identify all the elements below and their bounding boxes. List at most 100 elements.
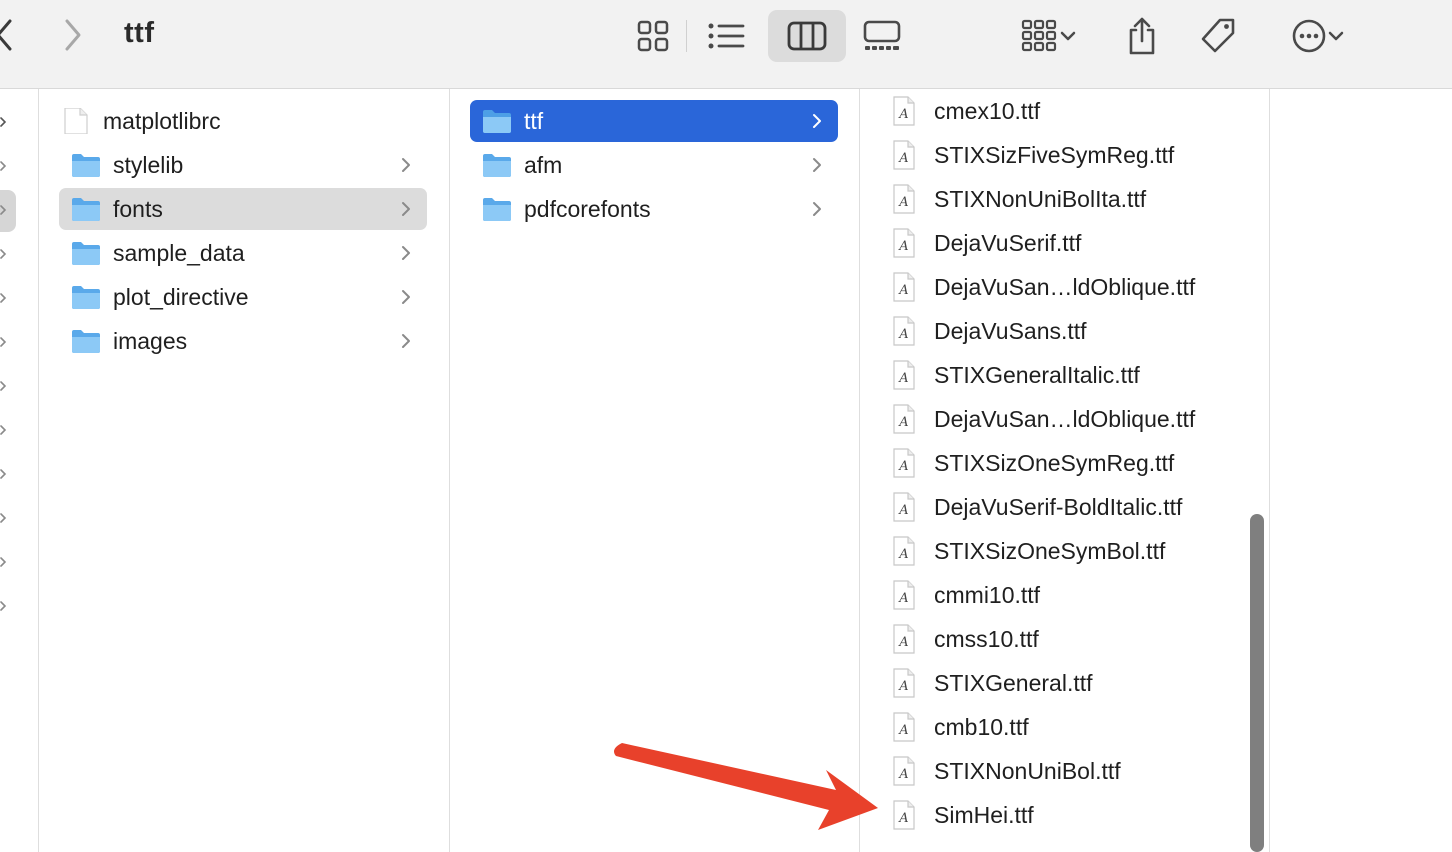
file-label: DejaVuSerif.ttf	[934, 229, 1082, 256]
svg-text:A: A	[898, 811, 908, 826]
svg-text:A: A	[898, 503, 908, 518]
gallery-icon	[863, 20, 901, 50]
item-label: pdfcorefonts	[524, 195, 651, 222]
chevron-right-icon	[0, 557, 7, 567]
file-label: DejaVuSans.ttf	[934, 317, 1087, 344]
font-file-icon: A	[893, 712, 915, 742]
list-item-pdfcorefonts[interactable]: pdfcorefonts	[470, 188, 838, 230]
list-item-fonts[interactable]: fonts	[59, 188, 427, 230]
svg-text:A: A	[898, 415, 908, 430]
file-label: SimHei.ttf	[934, 801, 1034, 828]
column-matplotlib-data[interactable]: matplotlibrc stylelib fonts sample_data …	[39, 89, 450, 852]
folder-icon	[72, 286, 100, 309]
chevron-right-icon	[402, 246, 410, 260]
font-file-icon: A	[893, 800, 915, 830]
item-label: ttf	[524, 107, 544, 134]
file-item[interactable]: A DejaVuSerif-BoldItalic.ttf	[892, 485, 1182, 529]
file-item[interactable]: A STIXNonUniBolIta.ttf	[892, 177, 1146, 221]
tag-button[interactable]	[1194, 10, 1242, 62]
font-file-icon: A	[893, 272, 915, 302]
svg-text:A: A	[898, 371, 908, 386]
file-item[interactable]: A DejaVuSerif.ttf	[892, 221, 1081, 265]
chevron-left-icon	[0, 19, 12, 51]
chevron-down-icon	[1328, 31, 1344, 41]
list-item-matplotlibrc[interactable]: matplotlibrc	[49, 100, 427, 142]
chevron-right-icon	[402, 334, 410, 348]
document-icon	[64, 108, 88, 134]
file-item[interactable]: A STIXSizOneSymReg.ttf	[892, 441, 1174, 485]
file-item[interactable]: A DejaVuSan…ldOblique.ttf	[892, 397, 1195, 441]
file-item[interactable]: A STIXGeneral.ttf	[892, 661, 1093, 705]
chevron-right-icon	[402, 158, 410, 172]
file-label: STIXSizFiveSymReg.ttf	[934, 141, 1175, 168]
font-file-icon: A	[893, 536, 915, 566]
gallery-view-button[interactable]	[856, 10, 908, 62]
folder-icon	[72, 154, 100, 177]
font-file-icon: A	[893, 756, 915, 786]
file-label: STIXGeneral.ttf	[934, 669, 1093, 696]
item-label: afm	[524, 151, 563, 178]
column-view-button[interactable]	[768, 10, 846, 62]
file-label: DejaVuSan…ldOblique.ttf	[934, 273, 1196, 300]
chevron-right-icon	[813, 114, 821, 128]
file-item[interactable]: A DejaVuSan…ldOblique.ttf	[892, 265, 1195, 309]
list-item-sample-data[interactable]: sample_data	[59, 232, 427, 274]
file-label: STIXNonUniBolIta.ttf	[934, 185, 1147, 212]
file-label: STIXNonUniBol.ttf	[934, 757, 1121, 784]
svg-text:A: A	[898, 635, 908, 650]
list-item-stylelib[interactable]: stylelib	[59, 144, 427, 186]
chevron-right-icon	[0, 337, 7, 347]
file-item[interactable]: Acmss10.ttf	[892, 617, 1039, 661]
list-item-images[interactable]: images	[59, 320, 427, 362]
font-file-icon: A	[893, 404, 915, 434]
share-button[interactable]	[1120, 10, 1164, 62]
item-label: plot_directive	[113, 283, 249, 310]
svg-text:A: A	[898, 547, 908, 562]
chevron-right-icon	[402, 290, 410, 304]
item-label: fonts	[113, 195, 163, 222]
grid-icon	[637, 20, 669, 52]
icon-view-button[interactable]	[628, 10, 678, 62]
font-file-icon: A	[893, 448, 915, 478]
toolbar: ttf	[0, 0, 1452, 89]
svg-text:A: A	[898, 327, 908, 342]
more-actions-button[interactable]	[1280, 10, 1356, 62]
chevron-right-icon	[813, 158, 821, 172]
window-title: ttf	[124, 17, 155, 49]
list-item-afm[interactable]: afm	[470, 144, 838, 186]
chevron-right-icon	[0, 249, 7, 259]
file-item[interactable]: Acmmi10.ttf	[892, 573, 1040, 617]
file-item[interactable]: A STIXSizFiveSymReg.ttf	[892, 133, 1174, 177]
chevron-right-icon	[0, 381, 7, 391]
file-item[interactable]: A STIXGeneralItalic.ttf	[892, 353, 1140, 397]
chevron-right-icon	[813, 202, 821, 216]
back-button[interactable]	[0, 18, 16, 52]
scrollbar-thumb[interactable]	[1250, 514, 1264, 852]
list-item-ttf[interactable]: ttf	[470, 100, 838, 142]
column-fonts[interactable]: ttf afm pdfcorefonts	[450, 89, 860, 852]
svg-text:A: A	[898, 591, 908, 606]
file-item[interactable]: Acmb10.ttf	[892, 705, 1029, 749]
file-item[interactable]: A STIXNonUniBol.ttf	[892, 749, 1121, 793]
column-ttf[interactable]: Acmex10.ttf A STIXSizFiveSymReg.ttf A STIXNo…	[860, 89, 1270, 852]
svg-text:A: A	[898, 723, 908, 738]
chevron-right-icon	[0, 425, 7, 435]
svg-text:A: A	[898, 283, 908, 298]
list-item-plot-directive[interactable]: plot_directive	[59, 276, 427, 318]
share-icon	[1129, 17, 1155, 55]
file-item[interactable]: A SimHei.ttf	[892, 793, 1034, 837]
forward-button[interactable]	[62, 18, 84, 52]
svg-text:A: A	[898, 459, 908, 474]
file-label: DejaVuSerif-BoldItalic.ttf	[934, 493, 1183, 520]
group-grid-icon	[1021, 19, 1057, 52]
file-item[interactable]: A STIXSizOneSymBol.ttf	[892, 529, 1165, 573]
font-file-icon: A	[893, 360, 915, 390]
file-label: STIXSizOneSymReg.ttf	[934, 449, 1175, 476]
folder-icon	[72, 330, 100, 353]
group-by-button[interactable]	[1010, 10, 1086, 62]
chevron-right-icon	[0, 117, 7, 127]
file-item[interactable]: A DejaVuSans.ttf	[892, 309, 1087, 353]
font-file-icon: A	[893, 580, 915, 610]
file-item[interactable]: Acmex10.ttf	[892, 89, 1040, 133]
list-view-button[interactable]	[700, 10, 754, 62]
